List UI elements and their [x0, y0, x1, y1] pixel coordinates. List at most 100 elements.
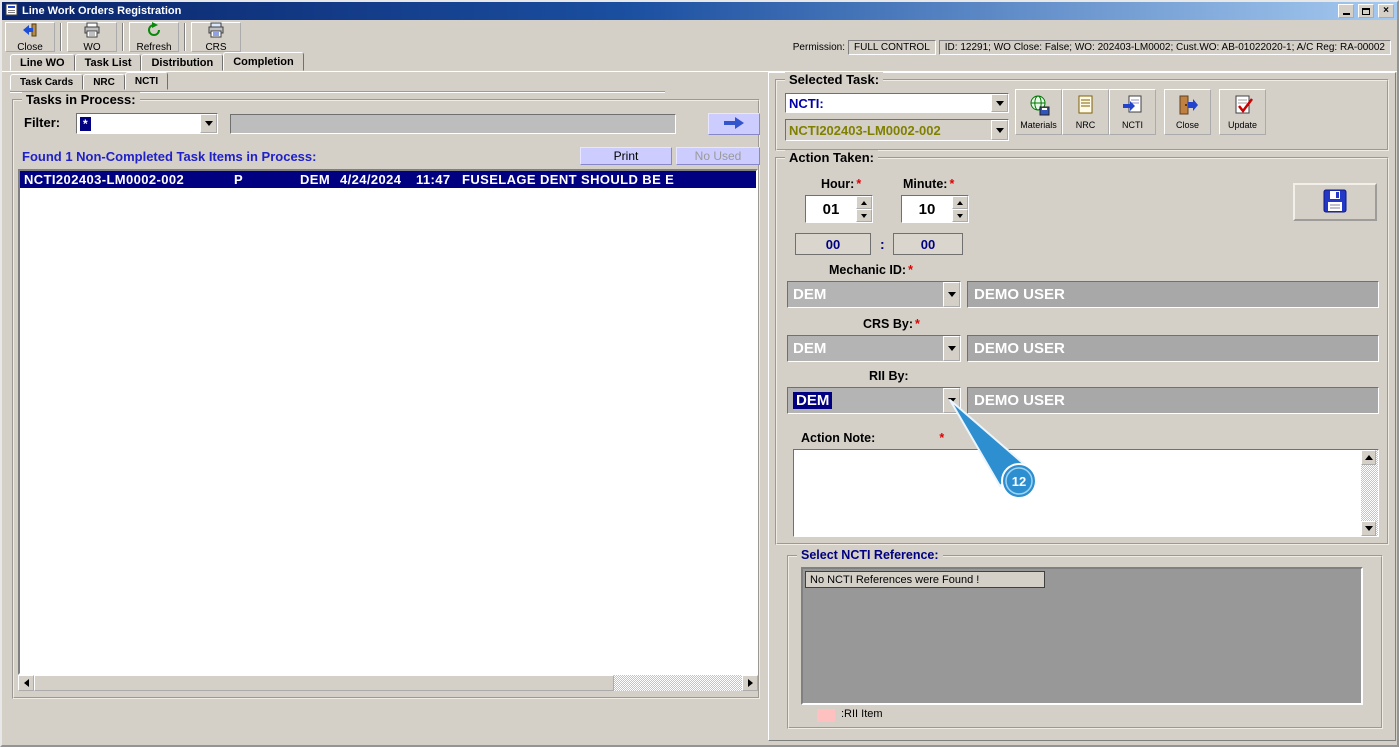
- minute-up-button[interactable]: [952, 196, 968, 209]
- minimize-button[interactable]: [1338, 4, 1354, 18]
- scroll-down-button[interactable]: [1361, 521, 1376, 536]
- tab-line-wo[interactable]: Line WO: [10, 54, 75, 71]
- toolbar-crs-label: CRS: [205, 41, 227, 53]
- permission-label: Permission:: [792, 42, 846, 53]
- ncti-button[interactable]: NCTI: [1109, 89, 1156, 135]
- scroll-left-button[interactable]: [18, 675, 34, 691]
- check-document-icon: [1232, 94, 1254, 119]
- close-task-button[interactable]: Close: [1164, 89, 1211, 135]
- note-vertical-scrollbar[interactable]: [1361, 450, 1378, 536]
- permission-strip: Permission: FULL CONTROL ID: 12291; WO C…: [793, 40, 1391, 55]
- minute-value[interactable]: 10: [902, 196, 952, 222]
- ncti-reference-empty-message: No NCTI References were Found !: [805, 571, 1045, 588]
- filter-combo-dropdown-button[interactable]: [200, 114, 217, 133]
- scrollbar-thumb[interactable]: [34, 675, 614, 691]
- toolbar-close-button[interactable]: Close: [5, 22, 55, 53]
- task-time: 11:47: [416, 172, 451, 187]
- app-window: Line Work Orders Registration × Close WO…: [0, 0, 1399, 747]
- scroll-up-button[interactable]: [1361, 450, 1376, 465]
- scroll-right-button[interactable]: [742, 675, 758, 691]
- required-marker: *: [908, 263, 913, 277]
- task-id-dropdown-button[interactable]: [991, 120, 1008, 140]
- nrc-label: NRC: [1075, 120, 1096, 130]
- door-exit-icon: [1177, 94, 1199, 119]
- toolbar-refresh-button[interactable]: Refresh: [129, 21, 179, 53]
- found-items-text: Found 1 Non-Completed Task Items in Proc…: [22, 149, 317, 164]
- document-arrow-icon: [1122, 94, 1144, 119]
- mechanic-id-value: DEM: [793, 286, 827, 303]
- required-marker: *: [939, 431, 945, 445]
- task-list-horizontal-scrollbar[interactable]: [18, 675, 758, 691]
- arrow-up-icon: [1364, 455, 1373, 460]
- minute-down-button[interactable]: [952, 209, 968, 222]
- task-type-dropdown-button[interactable]: [991, 94, 1008, 112]
- toolbar-crs-button[interactable]: CRS: [191, 22, 241, 53]
- scrollbar-track[interactable]: [614, 675, 742, 691]
- hour-down-button[interactable]: [856, 209, 872, 222]
- mechanic-id-label: Mechanic ID: *: [829, 263, 913, 277]
- hour-value[interactable]: 01: [806, 196, 856, 222]
- chevron-down-icon: [995, 100, 1004, 106]
- mechanic-id-dropdown-button[interactable]: [943, 282, 960, 307]
- maximize-icon: [1362, 7, 1370, 15]
- tab-completion[interactable]: Completion: [223, 52, 304, 71]
- task-mechanic: DEM: [300, 172, 331, 187]
- hour-spinner[interactable]: 01: [805, 195, 873, 223]
- no-used-button[interactable]: No Used: [676, 147, 760, 165]
- task-id-combo[interactable]: NCTI202403-LM0002-002: [785, 119, 1009, 141]
- main-tab-strip: Line WO Task List Distribution Completio…: [10, 52, 304, 71]
- toolbar-separator: [184, 23, 186, 51]
- hour-up-button[interactable]: [856, 196, 872, 209]
- tab-nrc[interactable]: NRC: [83, 74, 125, 90]
- app-icon: [5, 3, 18, 19]
- action-note-input[interactable]: [794, 450, 1361, 536]
- scrollbar-track[interactable]: [1361, 465, 1378, 521]
- update-button[interactable]: Update: [1219, 89, 1266, 135]
- mechanic-id-combo[interactable]: DEM: [787, 281, 961, 308]
- ncti-reference-panel: Select NCTI Reference: No NCTI Reference…: [787, 548, 1383, 729]
- rii-by-dropdown-button[interactable]: [943, 388, 960, 413]
- exit-icon: [22, 22, 38, 41]
- crs-by-combo[interactable]: DEM: [787, 335, 961, 362]
- selected-task-legend: Selected Task:: [785, 72, 884, 87]
- task-id: NCTI202403-LM0002-002: [24, 172, 185, 187]
- rii-by-value: DEM: [793, 392, 833, 409]
- close-window-button[interactable]: ×: [1378, 4, 1394, 18]
- spin-up-icon: [957, 200, 963, 205]
- crs-by-dropdown-button[interactable]: [943, 336, 960, 361]
- main-toolbar: Close WO Refresh CRS: [5, 21, 241, 53]
- crs-name-field: DEMO USER: [967, 335, 1379, 362]
- task-row-selected[interactable]: NCTI202403-LM0002-002 P DEM 4/24/2024 11…: [20, 171, 756, 188]
- tab-distribution[interactable]: Distribution: [141, 54, 224, 71]
- tab-ncti[interactable]: NCTI: [124, 72, 169, 90]
- tab-task-cards[interactable]: Task Cards: [10, 74, 84, 90]
- nrc-button[interactable]: NRC: [1062, 89, 1109, 135]
- required-marker: *: [915, 317, 920, 331]
- ncti-reference-legend: Select NCTI Reference:: [797, 548, 943, 562]
- task-type-combo[interactable]: NCTI:: [785, 93, 1009, 113]
- sub-tab-strip: Task Cards NRC NCTI: [10, 72, 169, 90]
- filter-combo[interactable]: *: [76, 113, 218, 134]
- ncti-reference-list[interactable]: No NCTI References were Found !: [801, 567, 1363, 705]
- action-note-label: Action Note: *: [801, 431, 945, 445]
- print-button[interactable]: Print: [580, 147, 672, 165]
- save-button[interactable]: [1293, 183, 1377, 221]
- materials-label: Materials: [1020, 120, 1057, 130]
- window-title: Line Work Orders Registration: [22, 5, 182, 17]
- filter-text-input[interactable]: [230, 114, 676, 134]
- apply-filter-button[interactable]: [708, 113, 760, 135]
- permission-value: FULL CONTROL: [848, 40, 936, 55]
- materials-button[interactable]: Materials: [1015, 89, 1062, 135]
- minute-label: Minute: *: [903, 177, 955, 191]
- task-status: P: [234, 172, 244, 187]
- maximize-button[interactable]: [1358, 4, 1374, 18]
- toolbar-wo-button[interactable]: WO: [67, 22, 117, 53]
- filter-label: Filter:: [24, 115, 61, 130]
- rii-by-combo[interactable]: DEM: [787, 387, 961, 414]
- minute-spinner[interactable]: 10: [901, 195, 969, 223]
- tab-task-list[interactable]: Task List: [74, 54, 142, 71]
- task-list: NCTI202403-LM0002-002 P DEM 4/24/2024 11…: [18, 169, 758, 675]
- spin-up-icon: [861, 200, 867, 205]
- filter-combo-value: *: [80, 116, 91, 131]
- minimize-icon: [1342, 13, 1350, 15]
